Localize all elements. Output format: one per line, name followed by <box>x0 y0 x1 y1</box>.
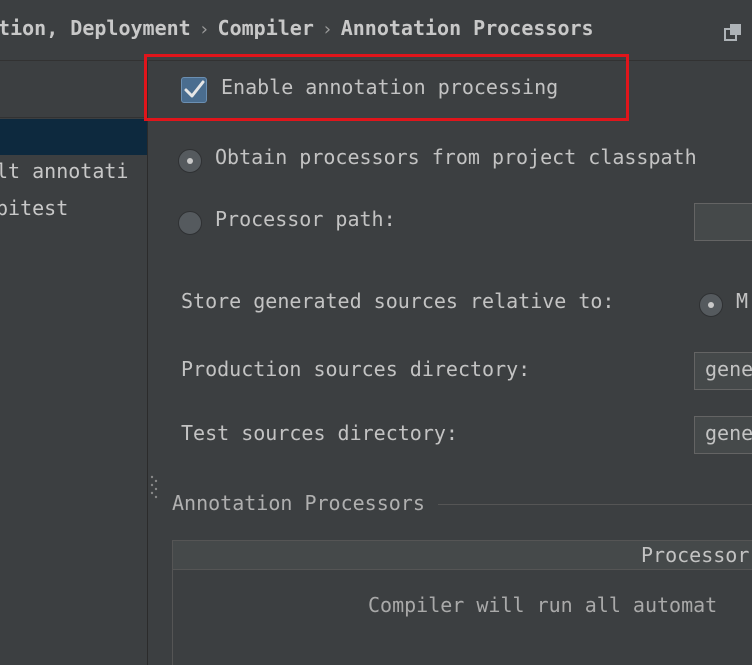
processor-path-label[interactable]: Processor path: <box>215 207 396 231</box>
breadcrumb-separator: › <box>198 19 210 40</box>
processor-path-radio[interactable] <box>178 211 202 235</box>
table-empty-message: Compiler will run all automat <box>368 593 718 617</box>
table-column-processor[interactable]: Processor <box>641 543 749 567</box>
breadcrumb-compiler[interactable]: Compiler <box>218 16 314 40</box>
tree-item-pitest[interactable]: pitest <box>0 196 68 220</box>
breadcrumb: ution, Deployment › Compiler › Annotation Pr… <box>0 0 752 61</box>
store-generated-sources-label: Store generated sources relative to: <box>181 289 615 313</box>
test-sources-label: Test sources directory: <box>181 421 458 445</box>
store-relative-module-label[interactable]: M <box>736 289 748 313</box>
breadcrumb-separator: › <box>321 19 333 40</box>
tree-item-selected[interactable] <box>0 119 147 155</box>
enable-annotation-processing-checkbox[interactable] <box>181 77 207 103</box>
obtain-from-classpath-radio[interactable] <box>178 149 202 173</box>
section-title-annotation-processors: Annotation Processors <box>172 491 425 515</box>
processor-path-input[interactable] <box>694 203 752 241</box>
tree-item-default-annotation-profile[interactable]: lt annotati <box>0 159 128 183</box>
breadcrumb-build-execution-deployment[interactable]: ution, Deployment <box>0 16 191 40</box>
obtain-from-classpath-label[interactable]: Obtain processors from project classpath <box>215 145 697 169</box>
breadcrumb-annotation-processors: Annotation Processors <box>340 16 594 40</box>
processor-table[interactable]: Processor Compiler will run all automat <box>172 540 752 665</box>
table-header: Processor <box>173 541 752 570</box>
production-sources-input[interactable]: gene <box>694 352 752 390</box>
profile-tree-panel: lt annotati pitest <box>0 61 148 665</box>
copy-icon[interactable] <box>722 22 744 44</box>
tree-toolbar <box>0 61 147 118</box>
settings-window: ution, Deployment › Compiler › Annotation Pr… <box>0 0 752 665</box>
drag-handle-icon[interactable] <box>150 474 158 504</box>
breadcrumb-trail: ution, Deployment › Compiler › Annotation Pr… <box>0 16 594 40</box>
check-icon <box>184 80 205 98</box>
enable-annotation-processing-label[interactable]: Enable annotation processing <box>221 75 558 99</box>
production-sources-label: Production sources directory: <box>181 357 531 381</box>
store-relative-module-radio[interactable] <box>699 293 723 317</box>
test-sources-input[interactable]: gene <box>694 416 752 454</box>
section-divider <box>438 504 752 505</box>
